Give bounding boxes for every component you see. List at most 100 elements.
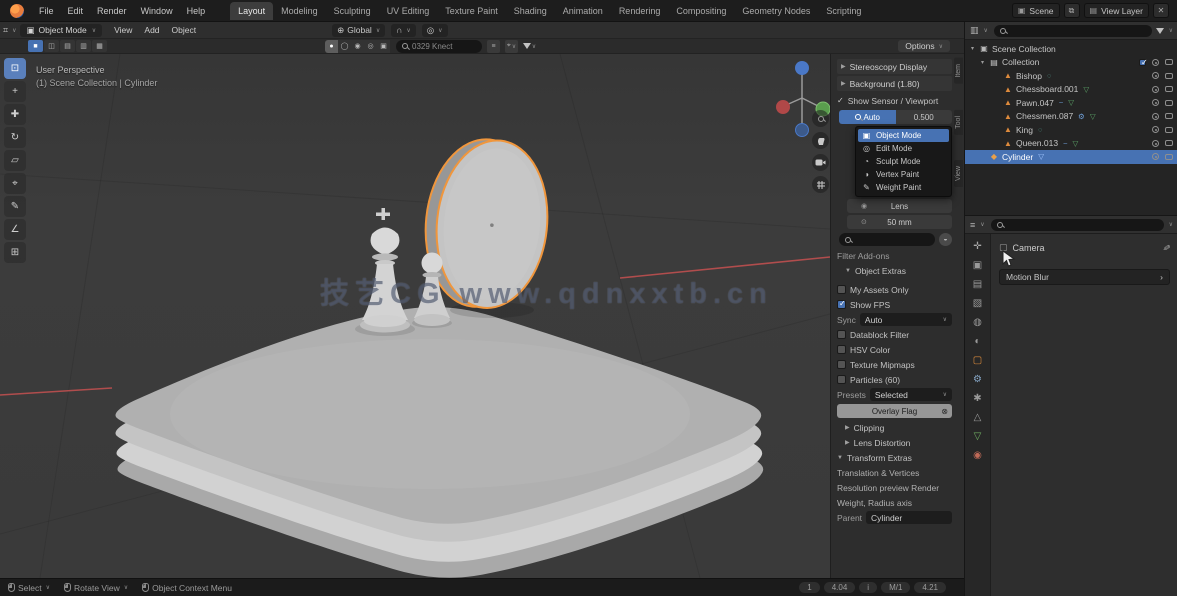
parent-input[interactable]: Cylinder xyxy=(866,511,952,524)
collection-checkbox[interactable] xyxy=(1139,59,1146,66)
shading-mode-button[interactable]: ▣ xyxy=(377,40,390,53)
shading-mode-button[interactable]: ◎ xyxy=(364,40,377,53)
dropdown-item[interactable]: ◔ Sculpt Mode xyxy=(858,155,949,168)
show-sensor-checkbox-row[interactable]: ✓ Show Sensor / Viewport xyxy=(837,93,952,108)
particles-checkbox-row[interactable]: Particles (60) xyxy=(837,372,952,387)
mipmaps-checkbox-row[interactable]: Texture Mipmaps xyxy=(837,357,952,372)
hide-in-viewport-toggle[interactable] xyxy=(1152,86,1159,93)
panel-section-transform-extras[interactable]: ▼ Transform Extras xyxy=(837,450,952,465)
disable-in-render-toggle[interactable] xyxy=(1165,86,1173,92)
select-mode-button[interactable]: ▦ xyxy=(92,40,107,52)
blender-logo-icon[interactable] xyxy=(10,4,24,18)
shading-mode-button[interactable]: ◯ xyxy=(338,40,351,53)
tool-button[interactable]: ⊡ xyxy=(4,58,26,79)
properties-tab[interactable]: ✛ xyxy=(973,242,981,252)
disable-in-render-toggle[interactable] xyxy=(1165,154,1173,160)
motion-blur-field[interactable]: Motion Blur › xyxy=(999,269,1170,285)
filter-funnel-icon[interactable] xyxy=(1156,28,1164,34)
workspace-tab[interactable]: Layout xyxy=(230,2,273,20)
hsv-checkbox-row[interactable]: HSV Color xyxy=(837,342,952,357)
my-assets-checkbox-row[interactable]: My Assets Only xyxy=(837,282,952,297)
viewport-menu[interactable]: Object xyxy=(166,23,203,37)
perspective-toggle-button[interactable] xyxy=(812,176,829,193)
display-mode-icon[interactable]: ▥ xyxy=(970,25,979,36)
hide-in-viewport-toggle[interactable] xyxy=(1152,99,1159,106)
topbar-menu[interactable]: Render xyxy=(90,3,134,19)
outliner-row[interactable]: ▾ ▣ Scene Collection xyxy=(965,42,1177,56)
tool-button[interactable]: ↻ xyxy=(4,127,26,148)
editor-type-icon[interactable]: ⌗ xyxy=(0,25,11,36)
hide-in-viewport-toggle[interactable] xyxy=(1152,59,1159,66)
outliner-row[interactable]: ▲ Queen.013 ~ ▽ xyxy=(965,137,1177,151)
disable-in-render-toggle[interactable] xyxy=(1165,73,1173,79)
panel-section-background[interactable]: ▶ Background (1.80) xyxy=(837,76,952,91)
properties-search-input[interactable] xyxy=(991,219,1164,231)
properties-tab[interactable]: ✱ xyxy=(973,394,981,404)
expand-arrow-icon[interactable]: ▾ xyxy=(979,59,986,66)
properties-tab[interactable]: ▽ xyxy=(974,432,982,442)
workspace-tab[interactable]: Modeling xyxy=(273,2,326,20)
tool-button[interactable]: ∠ xyxy=(4,219,26,240)
outliner-row[interactable]: ▾ ▤ Collection xyxy=(965,56,1177,70)
scene-selector[interactable]: ▣ Scene xyxy=(1012,3,1060,18)
outliner-row[interactable]: ▲ Bishop ◌ xyxy=(965,69,1177,83)
pin-icon[interactable]: ✎ xyxy=(1160,243,1172,252)
select-mode-button[interactable]: ◫ xyxy=(44,40,59,52)
mode-dropdown[interactable]: ▣ Object Mode ∨ xyxy=(20,24,102,37)
topbar-menu[interactable]: File xyxy=(32,3,61,19)
new-view-layer-button[interactable]: ✕ xyxy=(1153,3,1169,18)
hide-in-viewport-toggle[interactable] xyxy=(1152,113,1159,120)
dropdown-item[interactable]: ◎ Edit Mode xyxy=(858,142,949,155)
viewport-search-input[interactable]: 0329 Knect xyxy=(396,40,482,53)
tool-button[interactable]: ⊞ xyxy=(4,242,26,263)
disable-in-render-toggle[interactable] xyxy=(1165,59,1173,65)
overlay-flag-button[interactable]: Overlay Flag ⊗ xyxy=(837,404,952,418)
viewport-menu[interactable]: Add xyxy=(138,23,165,37)
disable-in-render-toggle[interactable] xyxy=(1165,100,1173,106)
viewport-menu[interactable]: View xyxy=(108,23,138,37)
new-scene-button[interactable]: ⧉ xyxy=(1064,3,1080,18)
proportional-editing-toggle[interactable]: ◎ ∨ xyxy=(422,24,448,37)
panel-section-lens-distortion[interactable]: ▶ Lens Distortion xyxy=(837,435,952,450)
gizmos-dropdown[interactable]: ⌖∨ xyxy=(505,40,518,53)
camera-view-button[interactable] xyxy=(812,154,829,171)
workspace-tab[interactable]: Animation xyxy=(555,2,611,20)
datablock-checkbox-row[interactable]: Datablock Filter xyxy=(837,327,952,342)
properties-tab[interactable]: ⚙ xyxy=(973,375,982,385)
properties-tab[interactable]: ▣ xyxy=(973,261,982,271)
workspace-tab[interactable]: Rendering xyxy=(611,2,669,20)
segment-auto[interactable]: Auto xyxy=(839,110,896,124)
properties-tab[interactable]: ◍ xyxy=(973,318,982,328)
overlays-button[interactable]: ≡ xyxy=(487,40,500,53)
tool-button[interactable]: ⌖ xyxy=(4,173,26,194)
disable-in-render-toggle[interactable] xyxy=(1165,127,1173,133)
presets-select[interactable]: Selected ∨ xyxy=(870,388,952,401)
view-layer-selector[interactable]: ▤ View Layer xyxy=(1084,3,1149,18)
lens-button[interactable]: ◉ Lens xyxy=(847,199,952,213)
panel-section-stereoscopy[interactable]: ▶ Stereoscopy Display xyxy=(837,59,952,74)
properties-tab[interactable]: ▧ xyxy=(973,299,982,309)
tool-button[interactable]: ▱ xyxy=(4,150,26,171)
tool-button[interactable]: ✚ xyxy=(4,104,26,125)
hide-in-viewport-toggle[interactable] xyxy=(1152,153,1159,160)
workspace-tab[interactable]: Compositing xyxy=(668,2,734,20)
disable-in-render-toggle[interactable] xyxy=(1165,140,1173,146)
properties-tab[interactable]: ▤ xyxy=(973,280,982,290)
outliner-row[interactable]: ◆ Cylinder ▽ xyxy=(965,150,1177,164)
object-extras-row[interactable]: ▼ Object Extras xyxy=(837,263,952,278)
tool-button[interactable]: + xyxy=(4,81,26,102)
move-view-button[interactable] xyxy=(812,132,829,149)
zoom-button[interactable] xyxy=(812,110,829,127)
tool-button[interactable]: ✎ xyxy=(4,196,26,217)
hide-in-viewport-toggle[interactable] xyxy=(1152,72,1159,79)
hide-in-viewport-toggle[interactable] xyxy=(1152,126,1159,133)
panel-section-clipping[interactable]: ▶ Clipping xyxy=(837,420,952,435)
outliner-row[interactable]: ▲ King ◌ xyxy=(965,123,1177,137)
disable-in-render-toggle[interactable] xyxy=(1165,113,1173,119)
shading-mode-button[interactable]: ◉ xyxy=(351,40,364,53)
sidebar-tab[interactable]: View xyxy=(954,160,963,187)
segment-manual[interactable]: 0.500 xyxy=(896,110,953,124)
outliner-row[interactable]: ▲ Chessmen.087 ⚙ ▽ xyxy=(965,110,1177,124)
workspace-tab[interactable]: Geometry Nodes xyxy=(734,2,818,20)
shading-mode-button[interactable]: ● xyxy=(325,40,338,53)
